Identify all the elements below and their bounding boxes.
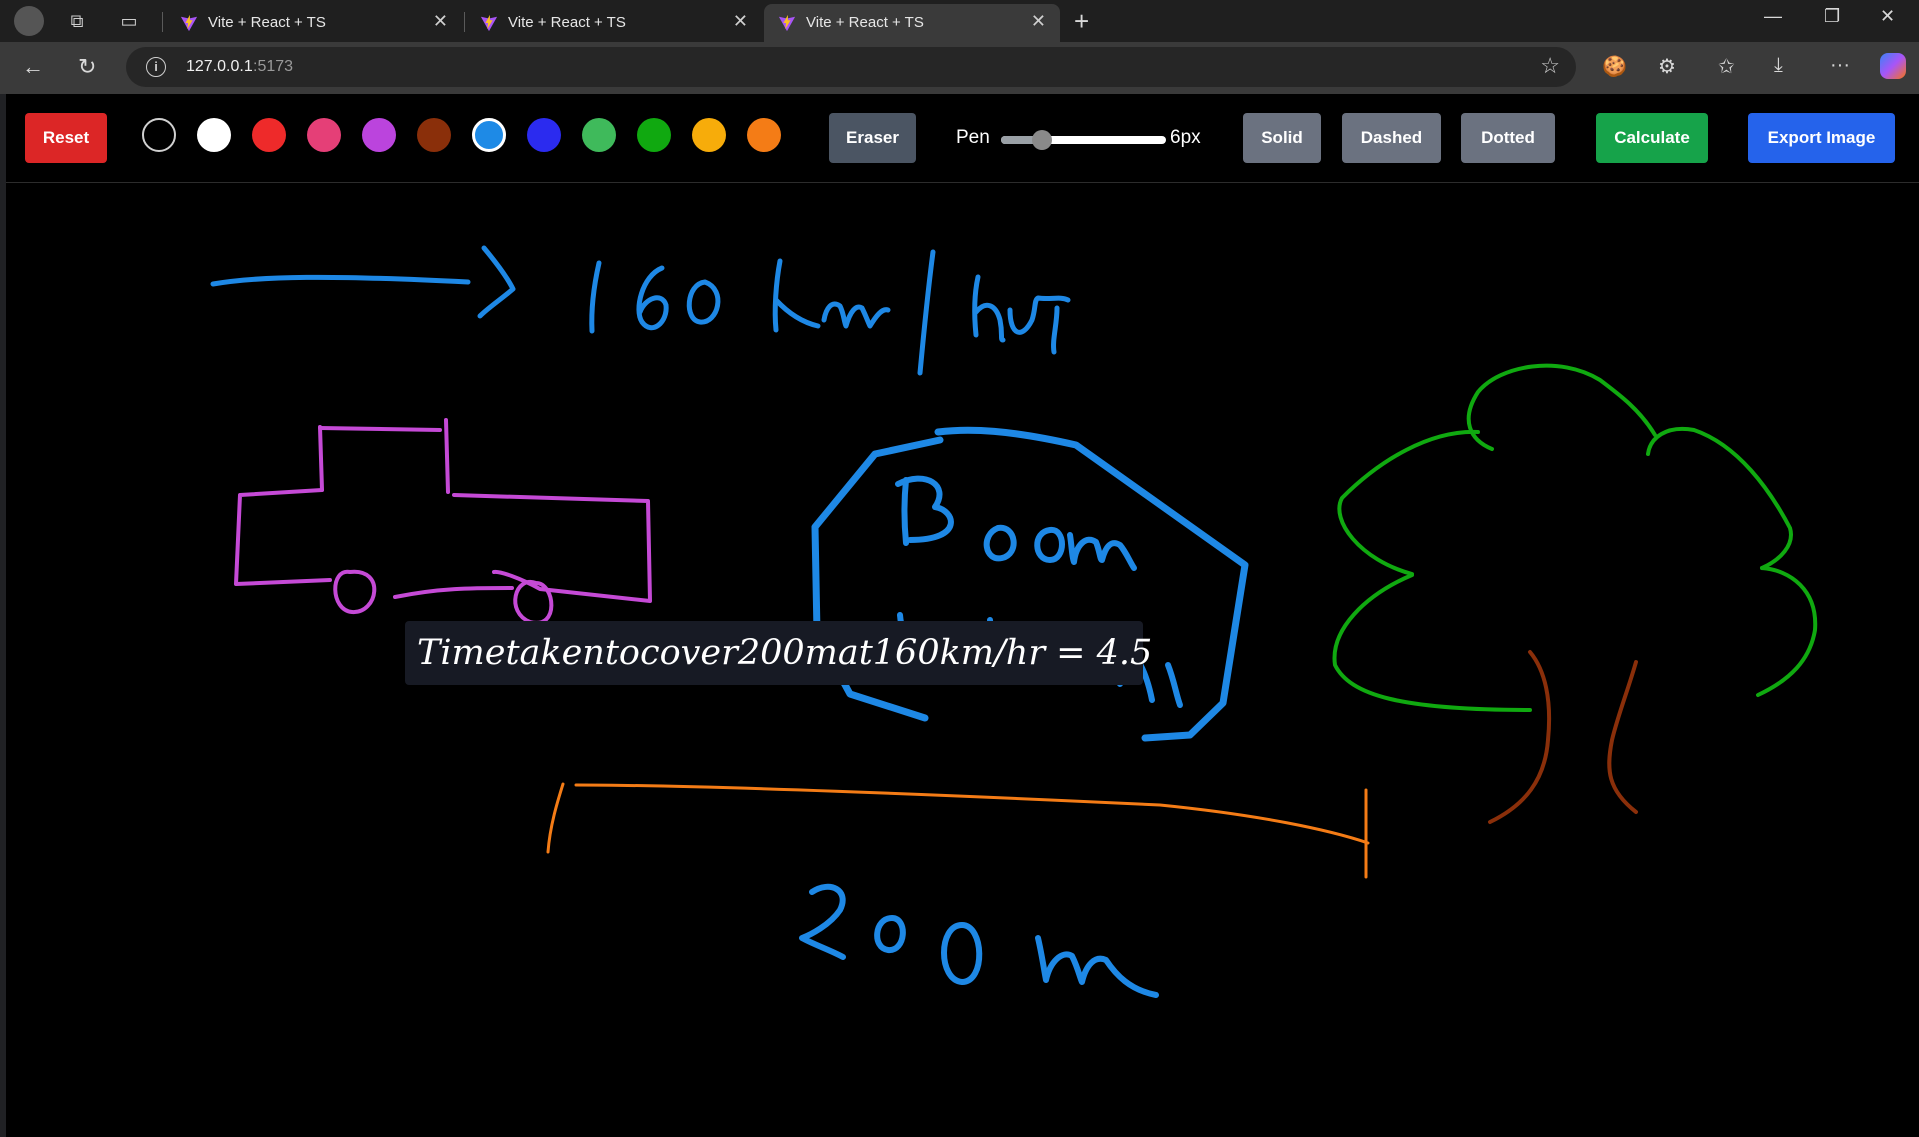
car-drawing-stroke [234,418,652,625]
blue-arrow-stroke [210,245,516,319]
distance-line-stroke [546,782,1370,879]
tree-crown-stroke [1332,363,1818,712]
tree-trunk-stroke [1488,650,1638,824]
octagon-shape-stroke [811,426,1249,742]
distance-handwriting-stroke [799,883,1159,998]
drawing-canvas[interactable] [0,0,1919,1137]
calculation-result: Timetakentocover200mat160km/hr = 4.5 [405,621,1152,685]
speed-handwriting-stroke [589,249,1071,376]
